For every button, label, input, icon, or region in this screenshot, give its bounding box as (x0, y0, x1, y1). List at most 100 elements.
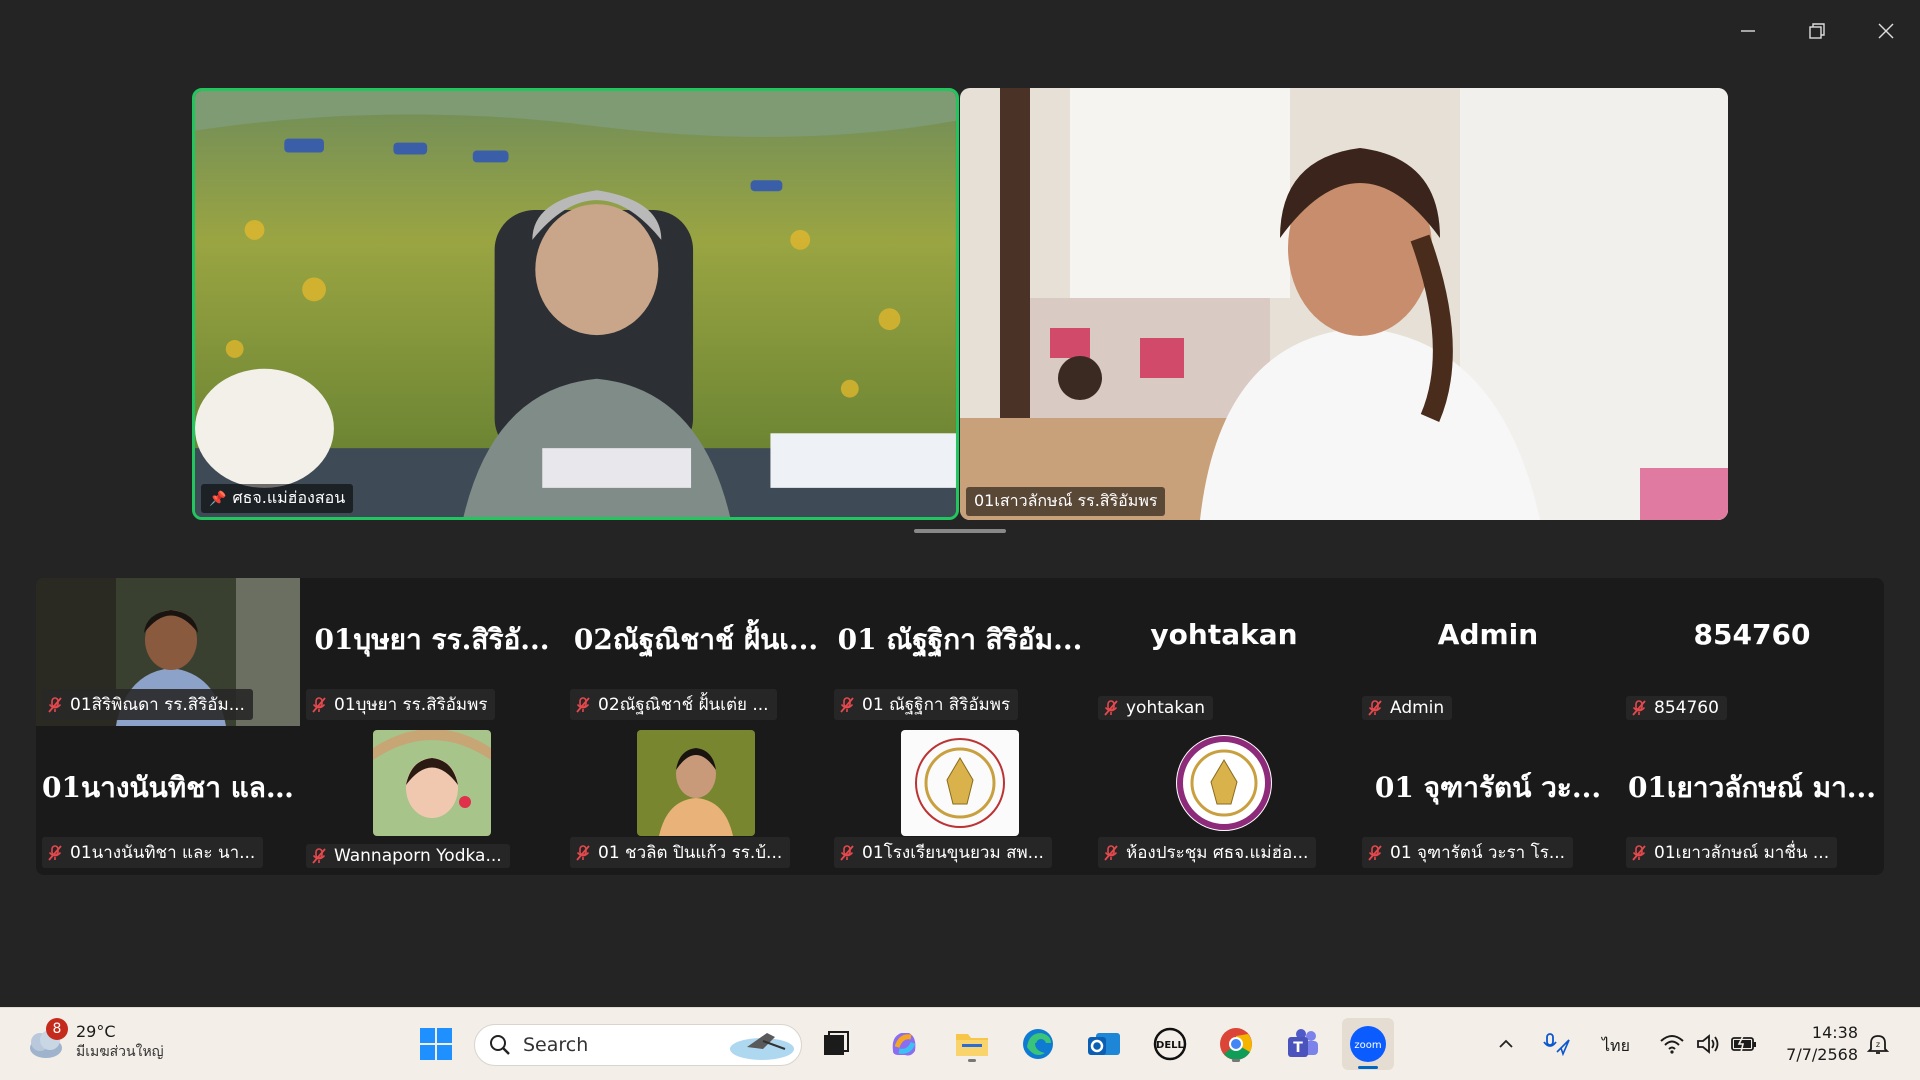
participant-display-name: 01 ณัฐฐิกา สิริอัม... (837, 623, 1083, 656)
battery-button[interactable] (1726, 1022, 1762, 1066)
participant-tile[interactable]: 01เยาวลักษณ์ มา... 01เยาวลักษณ์ มาชื่น .… (1620, 726, 1884, 874)
participant-tile[interactable]: 01 ณัฐฐิกา สิริอัม... 01 ณัฐฐิกา สิริอัม… (828, 578, 1092, 726)
participant-display-name: yohtakan (1150, 618, 1298, 651)
microphone-tray-button[interactable] (1536, 1022, 1576, 1066)
participant-tile[interactable]: Wannaporn Yodka... (300, 726, 564, 874)
participant-name: 01สิริพิณดา รร.สิริอัม... (70, 695, 245, 715)
participant-name-tag: 854760 (1626, 696, 1727, 720)
bell-snooze-icon: z (1866, 1035, 1890, 1054)
input-language-indicator[interactable]: ไทย (1602, 1034, 1630, 1059)
running-indicator (968, 1059, 976, 1062)
participant-name: 01โรงเรียนขุนยวม สพ... (862, 843, 1044, 863)
participant-tile[interactable]: 01 จุฑารัตน์ วะ... 01 จุฑารัตน์ วะรา โร.… (1356, 726, 1620, 874)
file-explorer-button[interactable] (950, 1022, 994, 1066)
participant-tile[interactable]: 02ณัฐณิชาช์ ฝั้นเ... 02ณัฐณิชาช์ ฝั้นเต่… (564, 578, 828, 726)
outlook-icon (1088, 1033, 1120, 1055)
close-button[interactable] (1851, 0, 1920, 62)
participant-name: 01 ชวลิต ปินแก้ว รร.บ้... (598, 843, 783, 863)
system-clock[interactable]: 14:38 7/7/2568 (1786, 1022, 1858, 1066)
svg-text:DELL: DELL (1156, 1040, 1185, 1051)
video-feed-classroom (960, 88, 1728, 520)
participant-tile[interactable]: 01บุษยา รร.สิริอั... 01บุษยา รร.สิริอัมพ… (300, 578, 564, 726)
window-controls (1713, 0, 1920, 62)
participant-name: 01เสาวลักษณ์ รร.สิริอัมพร (974, 491, 1158, 510)
featured-video-active-speaker[interactable]: 📌 ศธจ.แม่ฮ่องสอน (192, 88, 959, 520)
microphone-location-icon (1543, 1033, 1570, 1056)
participant-tile[interactable]: 854760 854760 (1620, 578, 1884, 726)
participant-name-tag: 01 ณัฐฐิกา สิริอัมพร (834, 689, 1019, 720)
muted-mic-icon (1632, 844, 1646, 861)
clock-time: 14:38 (1811, 1023, 1858, 1042)
participant-display-name: 02ณัฐณิชาช์ ฝั้นเ... (573, 623, 819, 656)
participant-name: 854760 (1654, 698, 1719, 718)
speaker-icon (1697, 1034, 1719, 1054)
participant-name-tag: yohtakan (1098, 696, 1214, 720)
task-view-button[interactable] (814, 1022, 858, 1066)
chevron-up-icon (1499, 1039, 1513, 1048)
svg-text:z: z (1876, 1040, 1880, 1049)
outlook-button[interactable] (1082, 1022, 1126, 1066)
participant-tile[interactable]: 01โรงเรียนขุนยวม สพ... (828, 726, 1092, 874)
teams-icon: T (1288, 1029, 1318, 1057)
profile-photo (373, 730, 491, 836)
participant-name: Admin (1390, 698, 1445, 718)
participant-tile[interactable]: 01สิริพิณดา รร.สิริอัม... (36, 578, 300, 726)
edge-button[interactable] (1016, 1022, 1060, 1066)
participant-tile[interactable]: ห้องประชุม ศธจ.แม่ฮ่อ... (1092, 726, 1356, 874)
restore-button[interactable] (1782, 0, 1851, 62)
search-icon (490, 1035, 510, 1055)
show-hidden-icons-button[interactable] (1488, 1022, 1524, 1066)
resize-handle[interactable] (914, 529, 1006, 533)
muted-mic-icon (840, 844, 854, 861)
participant-name-tag: Wannaporn Yodka... (306, 844, 510, 868)
restore-icon (1808, 23, 1825, 39)
participant-name-tag: 01สิริพิณดา รร.สิริอัม... (42, 689, 253, 720)
participant-name: ห้องประชุม ศธจ.แม่ฮ่อ... (1126, 843, 1309, 863)
clock-date: 7/7/2568 (1786, 1045, 1858, 1064)
muted-mic-icon (312, 848, 326, 864)
minimize-button[interactable] (1713, 0, 1782, 62)
participant-tile[interactable]: Admin Admin (1356, 578, 1620, 726)
teams-button[interactable]: T (1280, 1022, 1324, 1066)
start-button[interactable] (414, 1022, 458, 1066)
muted-mic-icon (576, 844, 590, 861)
running-indicator (1232, 1059, 1240, 1062)
participant-display-name: 01 จุฑารัตน์ วะ... (1374, 771, 1602, 804)
featured-video-participant[interactable]: 01เสาวลักษณ์ รร.สิริอัมพร (960, 88, 1728, 520)
wifi-button[interactable] (1654, 1022, 1690, 1066)
muted-mic-icon (1104, 844, 1118, 861)
participant-name-tag: 01เยาวลักษณ์ มาชื่น ... (1626, 837, 1838, 868)
participant-name: 01 ณัฐฐิกา สิริอัมพร (862, 695, 1011, 715)
copilot-icon (892, 1033, 916, 1056)
windows-taskbar: 29°C มีเมฆส่วนใหญ่ 8 Search DELL T zoom … (0, 1007, 1920, 1080)
muted-mic-icon (1368, 844, 1382, 861)
copilot-button[interactable] (882, 1022, 926, 1066)
task-view-icon (824, 1031, 849, 1055)
participant-tile[interactable]: yohtakan yohtakan (1092, 578, 1356, 726)
zoom-button[interactable]: zoom (1342, 1018, 1394, 1070)
participant-name: 01เยาวลักษณ์ มาชื่น ... (1654, 843, 1830, 863)
participant-gallery: 01สิริพิณดา รร.สิริอัม... 01บุษยา รร.สิร… (36, 578, 1884, 875)
search-placeholder: Search (523, 1034, 589, 1056)
zoom-icon: zoom (1350, 1026, 1386, 1062)
folder-icon (956, 1034, 988, 1056)
zoom-meeting-window: 📌 ศธจ.แม่ฮ่องสอน 01เสาวลักษณ์ รร.สิริอัม… (0, 0, 1920, 1007)
volume-button[interactable] (1690, 1022, 1726, 1066)
dell-app-button[interactable]: DELL (1148, 1022, 1192, 1066)
participant-name-label: 01เสาวลักษณ์ รร.สิริอัมพร (966, 487, 1166, 516)
participant-name-tag: Admin (1362, 696, 1453, 720)
notifications-button[interactable]: z (1860, 1022, 1896, 1066)
participant-name-tag: 01 จุฑารัตน์ วะรา โร... (1362, 837, 1574, 868)
battery-charging-icon (1731, 1035, 1756, 1053)
svg-text:zoom: zoom (1354, 1040, 1381, 1051)
taskbar-search-box[interactable]: Search (474, 1024, 802, 1066)
minimize-icon (1740, 30, 1755, 32)
search-highlight-icon (730, 1033, 794, 1060)
participant-tile[interactable]: 01นางนันทิชา แล... 01นางนันทิชา และ นา..… (36, 726, 300, 874)
participant-display-name: 01เยาวลักษณ์ มา... (1627, 771, 1877, 804)
chrome-button[interactable] (1214, 1022, 1258, 1066)
participant-tile[interactable]: 01 ชวลิต ปินแก้ว รร.บ้... (564, 726, 828, 874)
edge-icon (1023, 1029, 1053, 1059)
video-feed-presenter (195, 91, 956, 517)
muted-mic-icon (1632, 700, 1646, 716)
